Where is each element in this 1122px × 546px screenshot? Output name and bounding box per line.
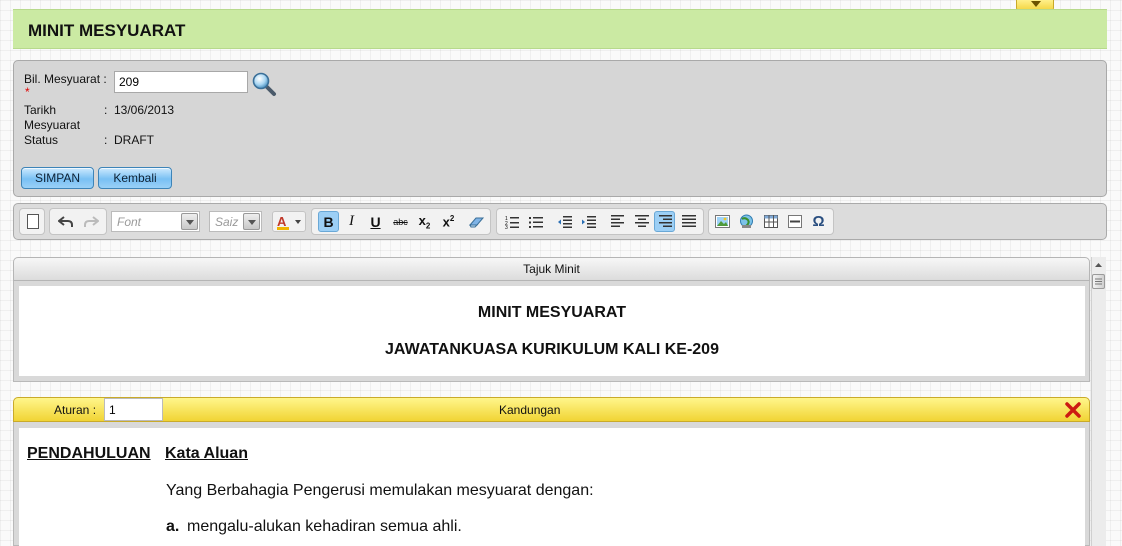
kandungan-title: Kandungan — [499, 403, 561, 417]
text-color-button[interactable]: A — [272, 211, 306, 232]
chevron-down-icon — [1031, 1, 1041, 7]
undo-icon[interactable] — [55, 211, 76, 232]
insert-image-icon[interactable] — [712, 211, 733, 232]
tarikh-colon: : — [104, 103, 108, 117]
align-left-icon[interactable] — [607, 211, 628, 232]
title-bar: MINIT MESYUARAT — [13, 9, 1107, 49]
strikethrough-icon: abc — [393, 216, 408, 227]
omega-glyph: Ω — [812, 213, 825, 230]
dropdown-arrow-icon — [243, 213, 260, 230]
subsection-title: Kata Aluan — [165, 445, 248, 462]
eraser-icon[interactable] — [466, 211, 487, 232]
bil-mesyuarat-input[interactable] — [114, 71, 248, 93]
status-value: DRAFT — [114, 133, 154, 147]
scroll-up-icon[interactable] — [1092, 258, 1105, 272]
new-document-icon[interactable] — [22, 211, 43, 232]
delete-icon[interactable] — [1065, 402, 1081, 418]
font-select-label: Font — [117, 215, 142, 229]
paragraph-text: Yang Berbahagia Pengerusi memulakan mesy… — [166, 482, 594, 499]
tarikh-label-2: Mesyuarat — [24, 118, 81, 132]
horizontal-rule-icon[interactable] — [784, 211, 805, 232]
tajuk-line-2: JAWATANKUASA KURIKULUM KALI KE-209 — [385, 341, 719, 358]
aturan-input[interactable] — [104, 398, 163, 421]
search-icon[interactable] — [251, 71, 277, 97]
tajuk-line-1: MINIT MESYUARAT — [477, 304, 627, 321]
list-item-text: mengalu-alukan kehadiran semua ahli. — [187, 518, 462, 535]
tarikh-label: Tarikh — [24, 103, 57, 117]
superscript-button[interactable]: x2 — [438, 211, 459, 232]
scrollbar-thumb[interactable] — [1092, 274, 1105, 289]
required-mark: * — [25, 85, 30, 99]
bold-icon: B — [323, 213, 334, 230]
align-justify-icon[interactable] — [678, 211, 699, 232]
text-color-icon: A — [277, 214, 301, 230]
vertical-scrollbar[interactable] — [1091, 257, 1106, 546]
bold-button[interactable]: B — [318, 211, 339, 232]
page-title: MINIT MESYUARAT — [28, 21, 186, 40]
tarikh-value: 13/06/2013 — [114, 103, 175, 117]
italic-icon: I — [349, 213, 354, 229]
strikethrough-button[interactable]: abc — [390, 211, 411, 232]
ordered-list-icon[interactable]: 123 — [501, 211, 522, 232]
font-select[interactable]: Font — [111, 211, 200, 232]
section-title: PENDAHULUAN — [27, 445, 151, 462]
svg-text:3: 3 — [505, 225, 508, 229]
insert-table-icon[interactable] — [760, 211, 781, 232]
bil-label: Bil. Mesyuarat : — [24, 72, 107, 86]
aturan-label: Aturan : — [54, 403, 97, 417]
size-select[interactable]: Saiz — [209, 211, 262, 232]
simpan-button[interactable]: SIMPAN — [21, 167, 94, 189]
superscript-icon: x2 — [442, 213, 455, 230]
svg-text:A: A — [277, 214, 287, 229]
status-colon: : — [104, 133, 108, 147]
tajuk-editor[interactable] — [19, 286, 1085, 376]
align-right-icon[interactable] — [654, 211, 675, 232]
outdent-icon[interactable] — [554, 211, 575, 232]
dropdown-arrow-icon — [181, 213, 198, 230]
special-character-icon[interactable]: Ω — [808, 211, 829, 232]
redo-icon[interactable] — [80, 211, 101, 232]
status-label: Status — [24, 133, 59, 147]
kembali-button[interactable]: Kembali — [98, 167, 172, 189]
subscript-icon: x2 — [418, 212, 431, 231]
italic-button[interactable]: I — [341, 211, 362, 232]
subscript-x: x — [418, 212, 426, 228]
subscript-button[interactable]: x2 — [414, 211, 435, 232]
tajuk-minit-header: Tajuk Minit — [13, 257, 1090, 281]
underline-icon: U — [370, 213, 381, 230]
insert-link-icon[interactable] — [736, 211, 757, 232]
align-center-icon[interactable] — [631, 211, 652, 232]
list-marker: a. — [166, 518, 180, 535]
superscript-x: x — [442, 214, 450, 230]
unordered-list-icon[interactable] — [525, 211, 546, 232]
indent-icon[interactable] — [578, 211, 599, 232]
underline-button[interactable]: U — [365, 211, 386, 232]
size-select-label: Saiz — [215, 215, 239, 229]
